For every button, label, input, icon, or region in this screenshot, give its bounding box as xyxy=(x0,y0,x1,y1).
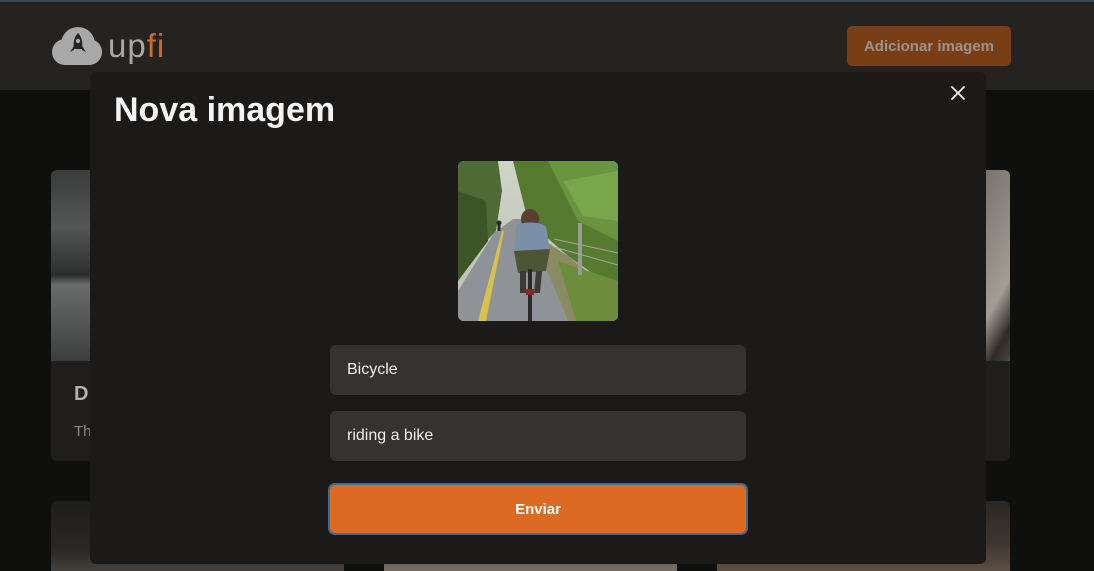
card-description: Th xyxy=(74,423,92,440)
logo-wordmark: upfi xyxy=(108,26,165,66)
logo-text-fi: fi xyxy=(146,27,166,64)
close-button[interactable] xyxy=(945,80,971,106)
card-title: D xyxy=(74,383,89,405)
close-icon xyxy=(951,86,965,100)
bicycle-photo xyxy=(458,161,618,321)
description-input[interactable] xyxy=(330,411,746,461)
logo-text-up: up xyxy=(108,27,147,64)
image-preview[interactable] xyxy=(458,161,618,321)
cloud-rocket-icon xyxy=(52,27,102,65)
add-image-button[interactable]: Adicionar imagem xyxy=(847,26,1011,66)
submit-button[interactable]: Enviar xyxy=(328,483,748,535)
modal-title: Nova imagem xyxy=(114,91,336,129)
new-image-modal: Nova imagem Bicycle riding a bike Enviar xyxy=(90,72,986,564)
title-input[interactable] xyxy=(330,345,746,395)
app-logo[interactable]: upfi xyxy=(51,26,165,66)
